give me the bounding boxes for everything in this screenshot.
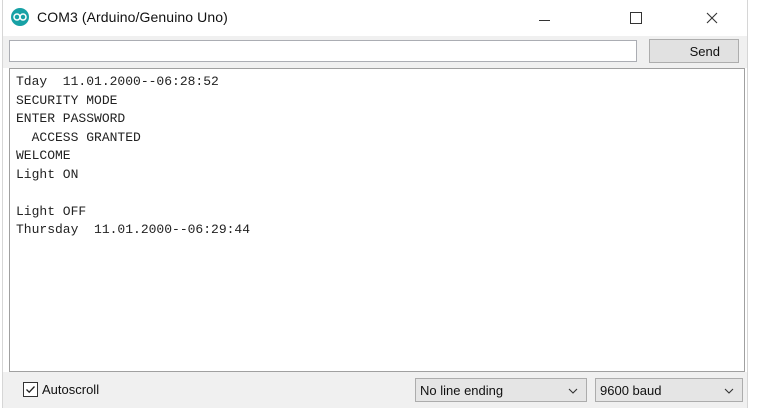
chevron-down-icon — [568, 388, 578, 394]
autoscroll-checkbox[interactable] — [23, 382, 38, 397]
console-line: Tday 11.01.2000--06:28:52 — [16, 74, 219, 89]
window-title: COM3 (Arduino/Genuino Uno) — [37, 9, 228, 25]
close-icon — [706, 12, 718, 24]
maximize-button[interactable] — [613, 0, 659, 36]
line-ending-select[interactable]: No line ending — [415, 378, 587, 402]
console-line: WELCOME — [16, 148, 71, 163]
console-line: ACCESS GRANTED — [16, 129, 141, 145]
baud-rate-select[interactable]: 9600 baud — [595, 378, 743, 402]
serial-monitor-window: COM3 (Arduino/Genuino Uno) Send Tday 11.… — [2, 0, 748, 408]
arduino-logo-icon — [11, 8, 29, 26]
send-button[interactable]: Send — [649, 39, 739, 63]
minimize-button[interactable] — [521, 0, 567, 36]
console-line: Light ON — [16, 166, 79, 182]
close-button[interactable] — [689, 0, 735, 36]
console-line: SECURITY MODE — [16, 92, 118, 108]
console-line: Thursday 11.01.2000--06:29:44 — [16, 222, 251, 237]
console-line: Light OFF — [16, 203, 87, 219]
maximize-icon — [630, 12, 642, 24]
console-line: ENTER PASSWORD — [16, 111, 126, 126]
checkbox-check-icon — [26, 386, 35, 394]
baud-rate-value: 9600 baud — [600, 382, 662, 398]
minimize-icon — [538, 19, 550, 21]
footer-bar: Autoscroll No line ending 9600 baud — [3, 372, 747, 408]
chevron-down-icon — [724, 388, 734, 394]
send-row: Send — [3, 36, 747, 68]
autoscroll-toggle[interactable]: Autoscroll — [23, 382, 99, 397]
line-ending-value: No line ending — [420, 382, 504, 398]
autoscroll-label: Autoscroll — [42, 382, 100, 397]
serial-output[interactable]: Tday 11.01.2000--06:28:52 SECURITY MODE EN… — [9, 68, 745, 372]
title-bar[interactable]: COM3 (Arduino/Genuino Uno) — [3, 0, 747, 36]
serial-input[interactable] — [9, 40, 637, 62]
